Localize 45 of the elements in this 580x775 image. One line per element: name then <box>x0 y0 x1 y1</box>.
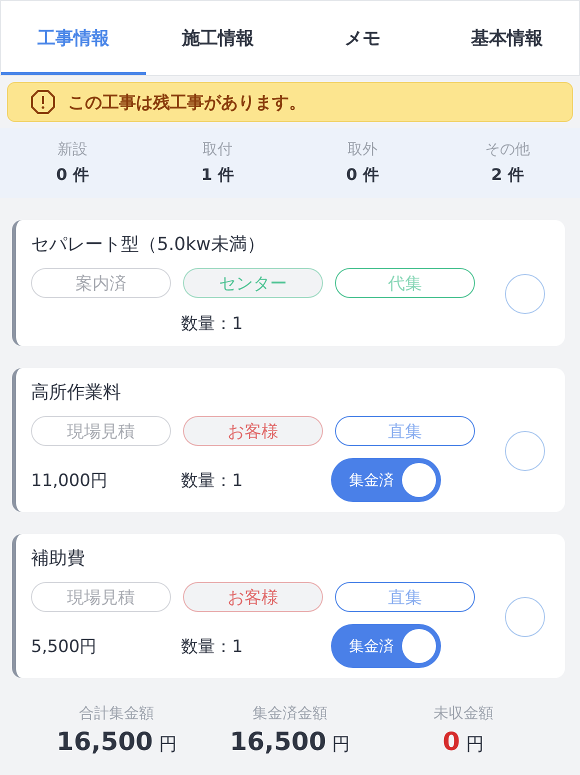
total-amount: 16,500 <box>56 727 153 756</box>
count-label: その他 <box>485 140 530 159</box>
item-title: 高所作業料 <box>31 381 122 404</box>
select-radio[interactable] <box>505 597 545 637</box>
item-price: 5,500円 <box>31 636 97 656</box>
item-title: セパレート型（5.0kw未満） <box>31 233 266 256</box>
count-value: 0 件 <box>56 165 89 186</box>
select-radio[interactable] <box>505 274 545 314</box>
item-quantity: 数量：1 <box>181 470 244 492</box>
tag: 案内済 <box>31 268 171 298</box>
count-value: 0 件 <box>346 165 379 186</box>
count-value: 2 件 <box>491 165 524 186</box>
currency-unit: 円 <box>466 733 484 756</box>
tab[interactable]: メモ <box>290 1 434 75</box>
tab[interactable]: 施工情報 <box>146 1 290 75</box>
total-label: 集金済金額 <box>252 704 328 723</box>
collected-toggle[interactable]: 集金済 <box>331 458 441 502</box>
collected-toggle[interactable]: 集金済 <box>331 624 441 668</box>
item-quantity: 数量：1 <box>181 636 244 658</box>
total-label: 未収金額 <box>433 704 494 723</box>
warning-icon <box>30 89 56 115</box>
tag: 直集 <box>335 582 475 612</box>
tag: 直集 <box>335 416 475 446</box>
tag: 現場見積 <box>31 416 171 446</box>
count-value: 1 件 <box>201 165 234 186</box>
item-quantity: 数量：1 <box>181 312 244 334</box>
tab[interactable]: 基本情報 <box>434 1 579 75</box>
warning-text: この工事は残工事があります。 <box>68 92 306 114</box>
tag: お客様 <box>183 582 323 612</box>
count-label: 取付 <box>202 140 232 159</box>
tag: センター <box>183 268 323 298</box>
total-amount: 16,500 <box>230 727 326 756</box>
total-amount: 0 <box>442 727 460 756</box>
item-title: 補助費 <box>31 547 86 570</box>
tag: お客様 <box>183 416 323 446</box>
currency-unit: 円 <box>332 733 350 756</box>
tab[interactable]: 工事情報 <box>1 1 146 75</box>
select-radio[interactable] <box>505 431 545 471</box>
tag: 現場見積 <box>31 582 171 612</box>
tag: 代集 <box>335 268 475 298</box>
count-label: 取外 <box>348 140 378 159</box>
item-price: 11,000円 <box>31 470 108 490</box>
count-label: 新設 <box>58 140 88 159</box>
total-label: 合計集金額 <box>79 704 154 723</box>
currency-unit: 円 <box>158 733 177 756</box>
